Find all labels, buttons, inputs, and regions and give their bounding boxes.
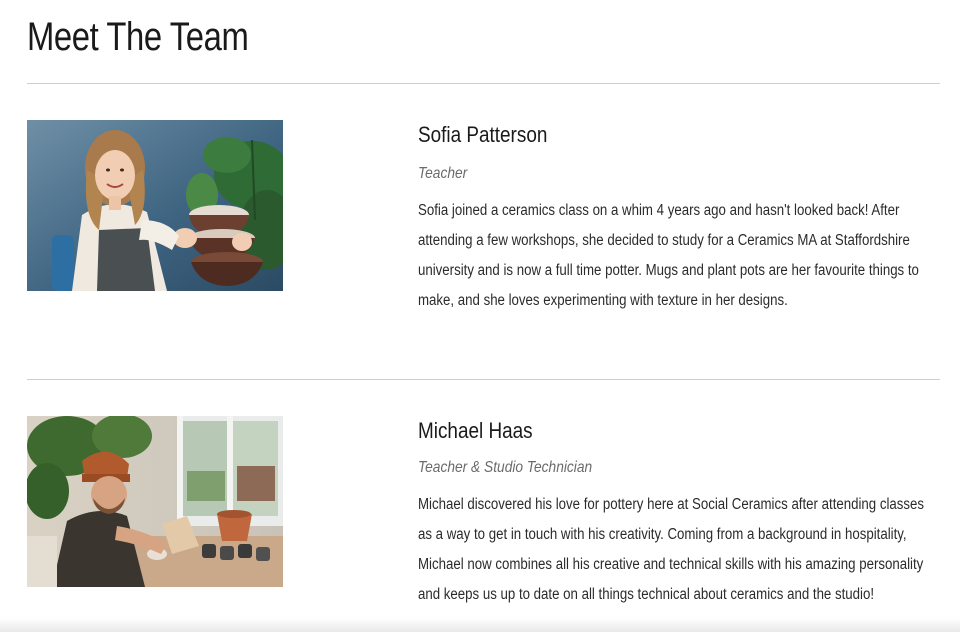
team-member-bio: Michael discovered his love for pottery … — [418, 496, 925, 603]
team-member-role: Teacher — [418, 165, 468, 182]
team-member-photo — [27, 120, 283, 291]
team-member-card: Sofia Patterson Teacher Sofia joined a c… — [27, 120, 940, 340]
divider — [27, 379, 940, 380]
team-member-role: Teacher & Studio Technician — [418, 459, 593, 476]
sofia-photo-illustration — [27, 120, 283, 291]
bottom-scroll-shadow — [0, 618, 960, 632]
divider — [27, 83, 940, 84]
team-member-info: Michael Haas Teacher & Studio Technician… — [418, 416, 943, 610]
team-member-bio: Sofia joined a ceramics class on a whim … — [418, 202, 919, 309]
michael-photo-illustration — [27, 416, 283, 587]
team-member-photo — [27, 416, 283, 587]
team-page: Meet The Team Sofia Patterson Teacher So… — [0, 0, 960, 632]
team-member-name: Sofia Patterson — [418, 122, 548, 147]
team-member-card: Michael Haas Teacher & Studio Technician… — [27, 416, 940, 632]
team-member-info: Sofia Patterson Teacher Sofia joined a c… — [418, 120, 943, 316]
team-member-name: Michael Haas — [418, 418, 533, 443]
page-title: Meet The Team — [27, 15, 249, 59]
